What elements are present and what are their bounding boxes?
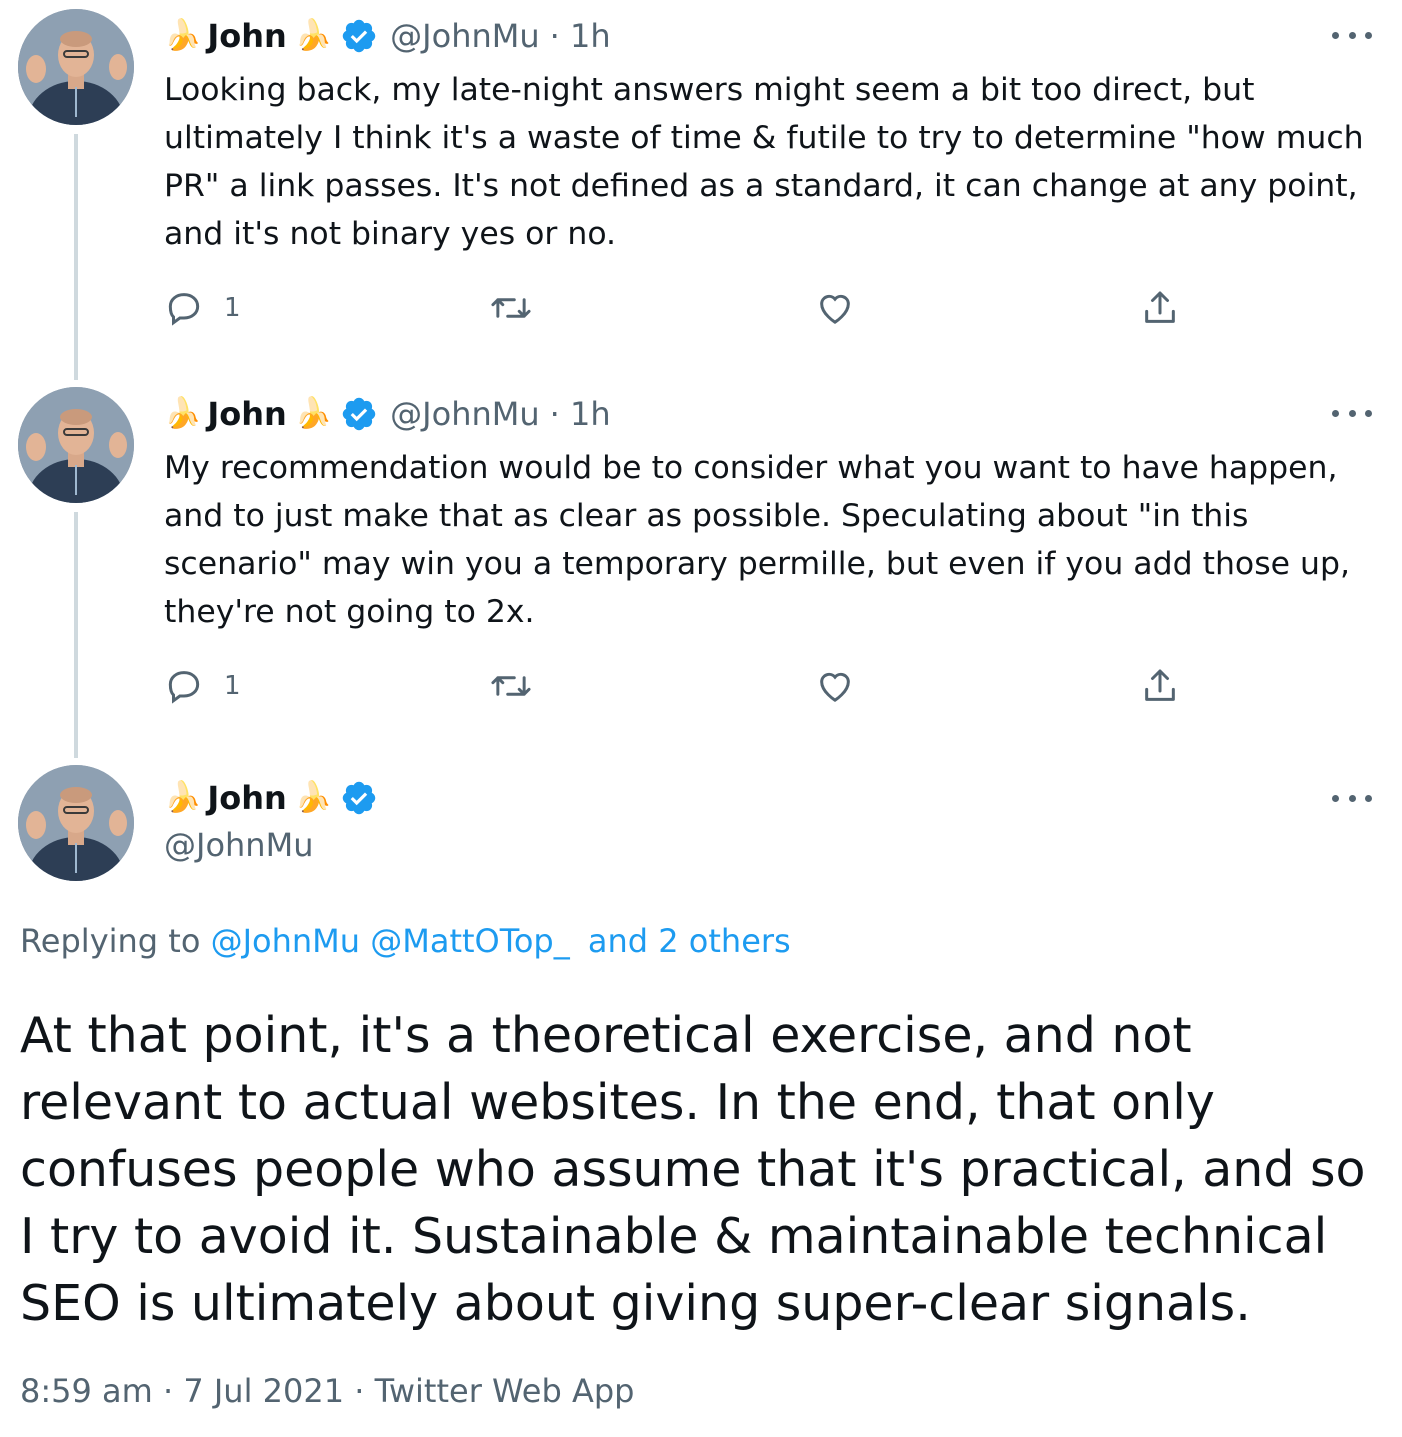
more-options-icon[interactable]	[1332, 25, 1372, 45]
tweet-text: My recommendation would be to consider w…	[164, 450, 1350, 630]
reply-icon	[164, 288, 204, 328]
main-tweet-text: At that point, it's a theoretical exerci…	[20, 1007, 1366, 1332]
tweet-header: 🍌 John 🍌	[164, 778, 390, 818]
reply-icon	[164, 666, 204, 706]
retweet-icon	[488, 288, 534, 328]
author-handle[interactable]: @JohnMu	[164, 826, 313, 864]
reply-mention-link[interactable]: @MattOTop_	[370, 922, 570, 960]
tweet-text: Looking back, my late-night answers migh…	[164, 72, 1364, 252]
verified-icon	[342, 397, 376, 431]
banana-emoji: 🍌	[164, 18, 202, 53]
author-name[interactable]: John	[207, 395, 286, 433]
like-button[interactable]	[815, 286, 855, 330]
banana-emoji: 🍌	[164, 396, 202, 431]
retweet-button[interactable]	[488, 286, 534, 330]
more-options-icon[interactable]	[1332, 403, 1372, 423]
reply-count: 1	[224, 671, 241, 701]
tweet-time[interactable]: · 1h	[550, 17, 611, 55]
retweet-icon	[488, 666, 534, 706]
avatar[interactable]	[18, 387, 134, 503]
thread-line	[74, 512, 78, 758]
avatar[interactable]	[18, 9, 134, 125]
share-icon	[1140, 288, 1180, 328]
verified-icon	[342, 781, 376, 815]
more-options-icon[interactable]	[1332, 788, 1372, 808]
author-handle[interactable]: @JohnMu	[390, 395, 539, 433]
verified-icon	[342, 19, 376, 53]
reply-count: 1	[224, 293, 241, 323]
replying-to: Replying to @JohnMu @MattOTop_ and 2 oth…	[20, 922, 791, 960]
banana-emoji: 🍌	[294, 780, 333, 815]
replying-label: Replying to	[20, 922, 201, 960]
tweet-time[interactable]: · 1h	[550, 395, 611, 433]
thread-line	[74, 134, 78, 380]
avatar[interactable]	[18, 765, 134, 881]
banana-emoji: 🍌	[294, 396, 333, 431]
like-button[interactable]	[815, 664, 855, 708]
heart-icon	[815, 288, 855, 328]
reply-button[interactable]: 1	[164, 664, 241, 708]
share-button[interactable]	[1140, 286, 1180, 330]
reply-mention-link[interactable]: @JohnMu	[211, 922, 360, 960]
banana-emoji: 🍌	[164, 780, 202, 815]
share-button[interactable]	[1140, 664, 1180, 708]
reply-button[interactable]: 1	[164, 286, 241, 330]
retweet-button[interactable]	[488, 664, 534, 708]
tweet-header: 🍌 John 🍌 @JohnMu · 1h	[164, 394, 611, 434]
banana-emoji: 🍌	[294, 18, 333, 53]
reply-others-link[interactable]: and 2 others	[588, 922, 791, 960]
tweet-timestamp[interactable]: 8:59 am · 7 Jul 2021 · Twitter Web App	[20, 1372, 634, 1410]
author-name[interactable]: John	[207, 17, 286, 55]
tweet-header: 🍌 John 🍌 @JohnMu · 1h	[164, 16, 611, 56]
heart-icon	[815, 666, 855, 706]
author-handle[interactable]: @JohnMu	[390, 17, 539, 55]
share-icon	[1140, 666, 1180, 706]
author-name[interactable]: John	[207, 779, 286, 817]
